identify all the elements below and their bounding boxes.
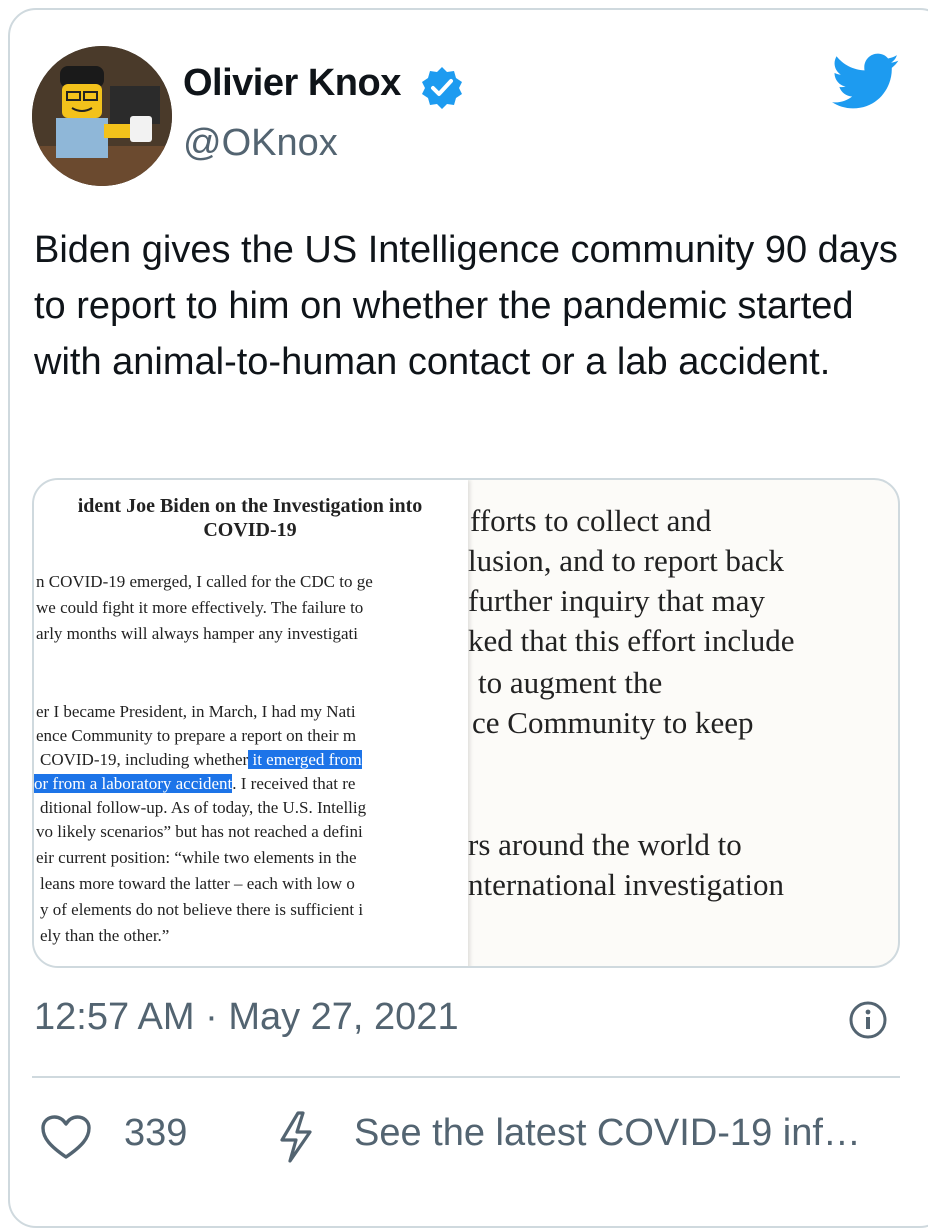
info-icon[interactable] [848, 1000, 888, 1040]
author-name[interactable]: Olivier Knox [183, 62, 401, 105]
doc-line: rs around the world to [468, 827, 742, 862]
twitter-bird-icon[interactable] [832, 52, 900, 112]
doc-line: n COVID-19 emerged, I called for the CDC… [36, 572, 373, 591]
doc-line: ce Community to keep [472, 705, 754, 740]
doc-line: lusion, and to report back [468, 543, 784, 578]
doc-line: y of elements do not believe there is su… [40, 900, 364, 919]
tweet-timestamp[interactable]: 12:57 AM · May 27, 2021 [34, 996, 459, 1039]
doc-line: vo likely scenarios” but has not reached… [36, 822, 363, 841]
covid-info-link[interactable]: See the latest COVID-19 inf… [354, 1112, 861, 1155]
doc-line: ked that this effort include [468, 623, 795, 658]
heart-icon[interactable] [40, 1114, 92, 1160]
doc-line: to augment the [478, 665, 663, 700]
document-title: ident Joe Biden on the Investigation int… [34, 494, 466, 542]
document-title-line-2: COVID-19 [203, 519, 297, 541]
doc-text: . I received that re [232, 774, 356, 793]
lightning-bolt-icon[interactable] [276, 1110, 316, 1164]
author-handle[interactable]: @OKnox [183, 122, 338, 165]
doc-text: COVID-19, including whether [40, 750, 249, 769]
document-clip-left: ident Joe Biden on the Investigation int… [34, 480, 468, 966]
document-clip-right: fforts to collect and lusion, and to rep… [468, 480, 898, 966]
tweet-media-image[interactable]: ident Joe Biden on the Investigation int… [32, 478, 900, 968]
doc-line: arly months will always hamper any inves… [36, 624, 358, 643]
doc-line: ence Community to prepare a report on th… [36, 726, 357, 745]
doc-line: eir current position: “while two element… [36, 848, 357, 867]
doc-line: ditional follow-up. As of today, the U.S… [40, 798, 367, 817]
highlighted-text: or from a laboratory accident [34, 774, 233, 793]
doc-line: COVID-19, including whether it emerged f… [40, 750, 362, 770]
document-title-line-1: ident Joe Biden on the Investigation int… [77, 495, 423, 517]
lego-figure-avatar [32, 46, 172, 186]
doc-line: ely than the other.” [40, 926, 170, 945]
doc-line: further inquiry that may [468, 583, 765, 618]
doc-line: er I became President, in March, I had m… [36, 702, 356, 721]
like-count[interactable]: 339 [124, 1112, 187, 1155]
verified-badge-icon [422, 67, 462, 109]
doc-line: nternational investigation [468, 867, 784, 902]
divider [32, 1076, 900, 1078]
author-avatar[interactable] [32, 46, 172, 186]
doc-line: fforts to collect and [470, 503, 712, 538]
doc-line: or from a laboratory accident. I receive… [34, 774, 355, 794]
doc-line: we could fight it more effectively. The … [36, 598, 364, 617]
doc-line: leans more toward the latter – each with… [40, 874, 355, 893]
highlighted-text: it emerged from [248, 750, 362, 769]
tweet-text: Biden gives the US Intelligence communit… [34, 229, 898, 383]
